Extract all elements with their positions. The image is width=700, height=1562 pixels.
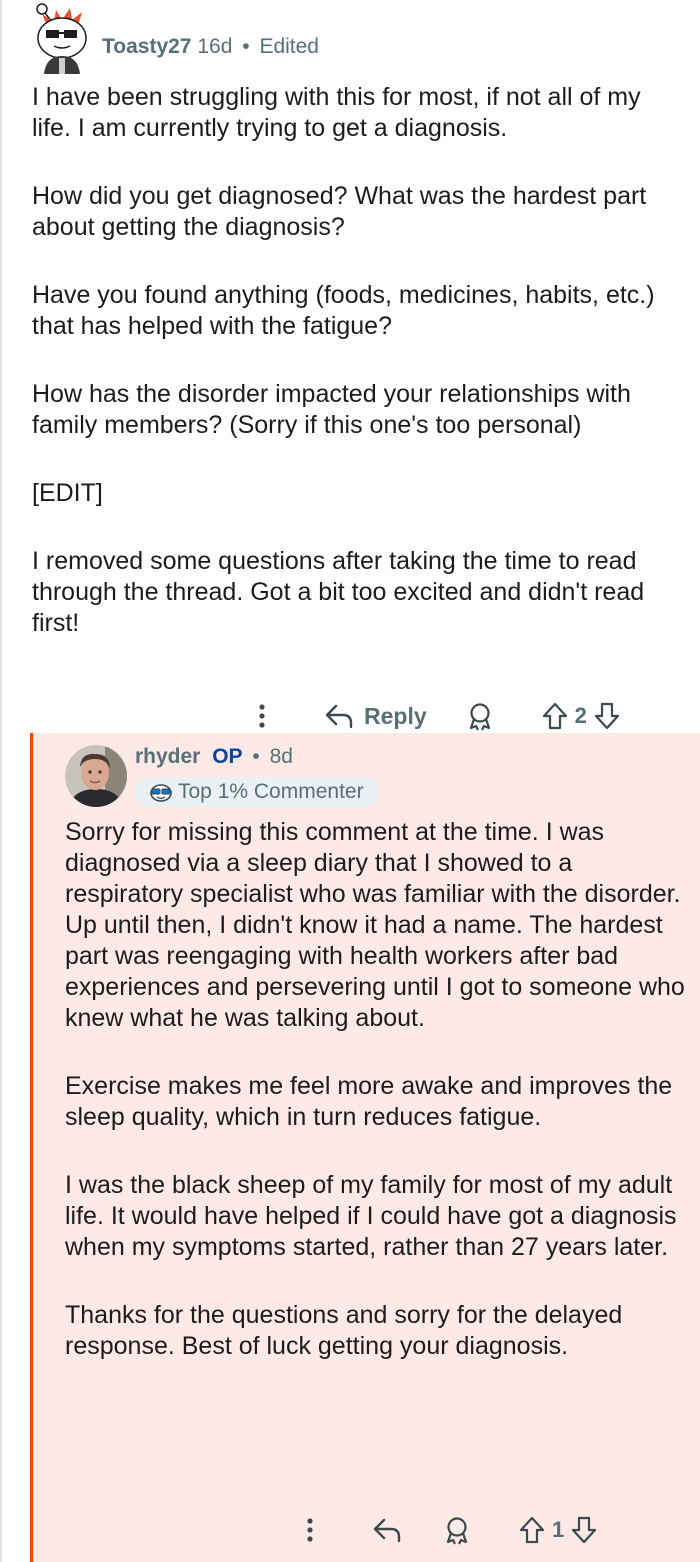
reply-avatar[interactable] [65,745,127,807]
more-vertical-icon [307,1518,313,1542]
comment-paragraph: [EDIT] [32,479,103,507]
comment-paragraph: Have you found anything (foods, medicine… [32,281,655,340]
upvote-arrow-icon [542,702,567,730]
avatar[interactable] [34,2,90,74]
award-button[interactable] [442,1515,472,1545]
reply-actions: 1 [296,1512,598,1548]
comment-paragraph: I have been struggling with this for mos… [32,83,641,142]
upvote-button[interactable] [518,1515,546,1545]
vote-count: 1 [552,1517,565,1542]
downvote-button[interactable] [593,701,621,731]
comment: Toasty27 16d • Edited I have been strugg… [0,0,700,735]
more-options-button[interactable] [296,1517,324,1543]
reply-arrow-icon [373,1518,401,1543]
reply-body: Sorry for missing this comment at the ti… [65,817,695,1399]
meta-separator: • [252,745,260,768]
reply-paragraph: Thanks for the questions and sorry for t… [65,1301,623,1360]
comment-paragraph: How has the disorder impacted your relat… [32,380,631,439]
username[interactable]: rhyder [135,745,200,768]
reply-button[interactable]: Reply [324,703,427,730]
timestamp: 8d [269,745,293,768]
more-options-button[interactable] [248,703,276,729]
edited-label: Edited [259,35,319,58]
reply-meta: rhyder OP • 8d [135,745,293,769]
downvote-arrow-icon [594,702,619,730]
sunglasses-snoo-icon [150,784,172,802]
comment-paragraph: I removed some questions after taking th… [32,547,645,637]
downvote-button[interactable] [570,1515,598,1545]
reply-paragraph: Sorry for missing this comment at the ti… [65,818,685,1032]
user-flair-badge: Top 1% Commenter [135,777,380,807]
reply-button[interactable] [372,1517,402,1543]
reply-paragraph: Exercise makes me feel more awake and im… [65,1072,673,1131]
award-icon [446,1517,468,1545]
upvote-button[interactable] [541,701,569,731]
reply-label: Reply [364,702,427,729]
badge-label: Top 1% Commenter [178,780,364,803]
timestamp: 16d [197,35,233,58]
award-button[interactable] [465,701,495,731]
username[interactable]: Toasty27 [102,35,192,58]
downvote-arrow-icon [572,1516,597,1544]
reply-arrow-icon [325,704,353,729]
comment-body: I have been struggling with this for mos… [32,82,672,676]
op-tag: OP [212,745,243,768]
comment-actions: Reply 2 [248,698,621,734]
comment-meta: Toasty27 16d • Edited [102,35,319,59]
reply-paragraph: I was the black sheep of my family for m… [65,1171,677,1261]
more-vertical-icon [259,704,265,728]
upvote-arrow-icon [519,1516,545,1544]
meta-separator: • [242,35,250,58]
vote-count: 2 [574,703,587,728]
comment-paragraph: How did you get diagnosed? What was the … [32,182,647,241]
reply-comment: rhyder OP • 8d Top 1% Commenter Sorry fo… [30,733,700,1562]
award-icon [469,703,490,731]
